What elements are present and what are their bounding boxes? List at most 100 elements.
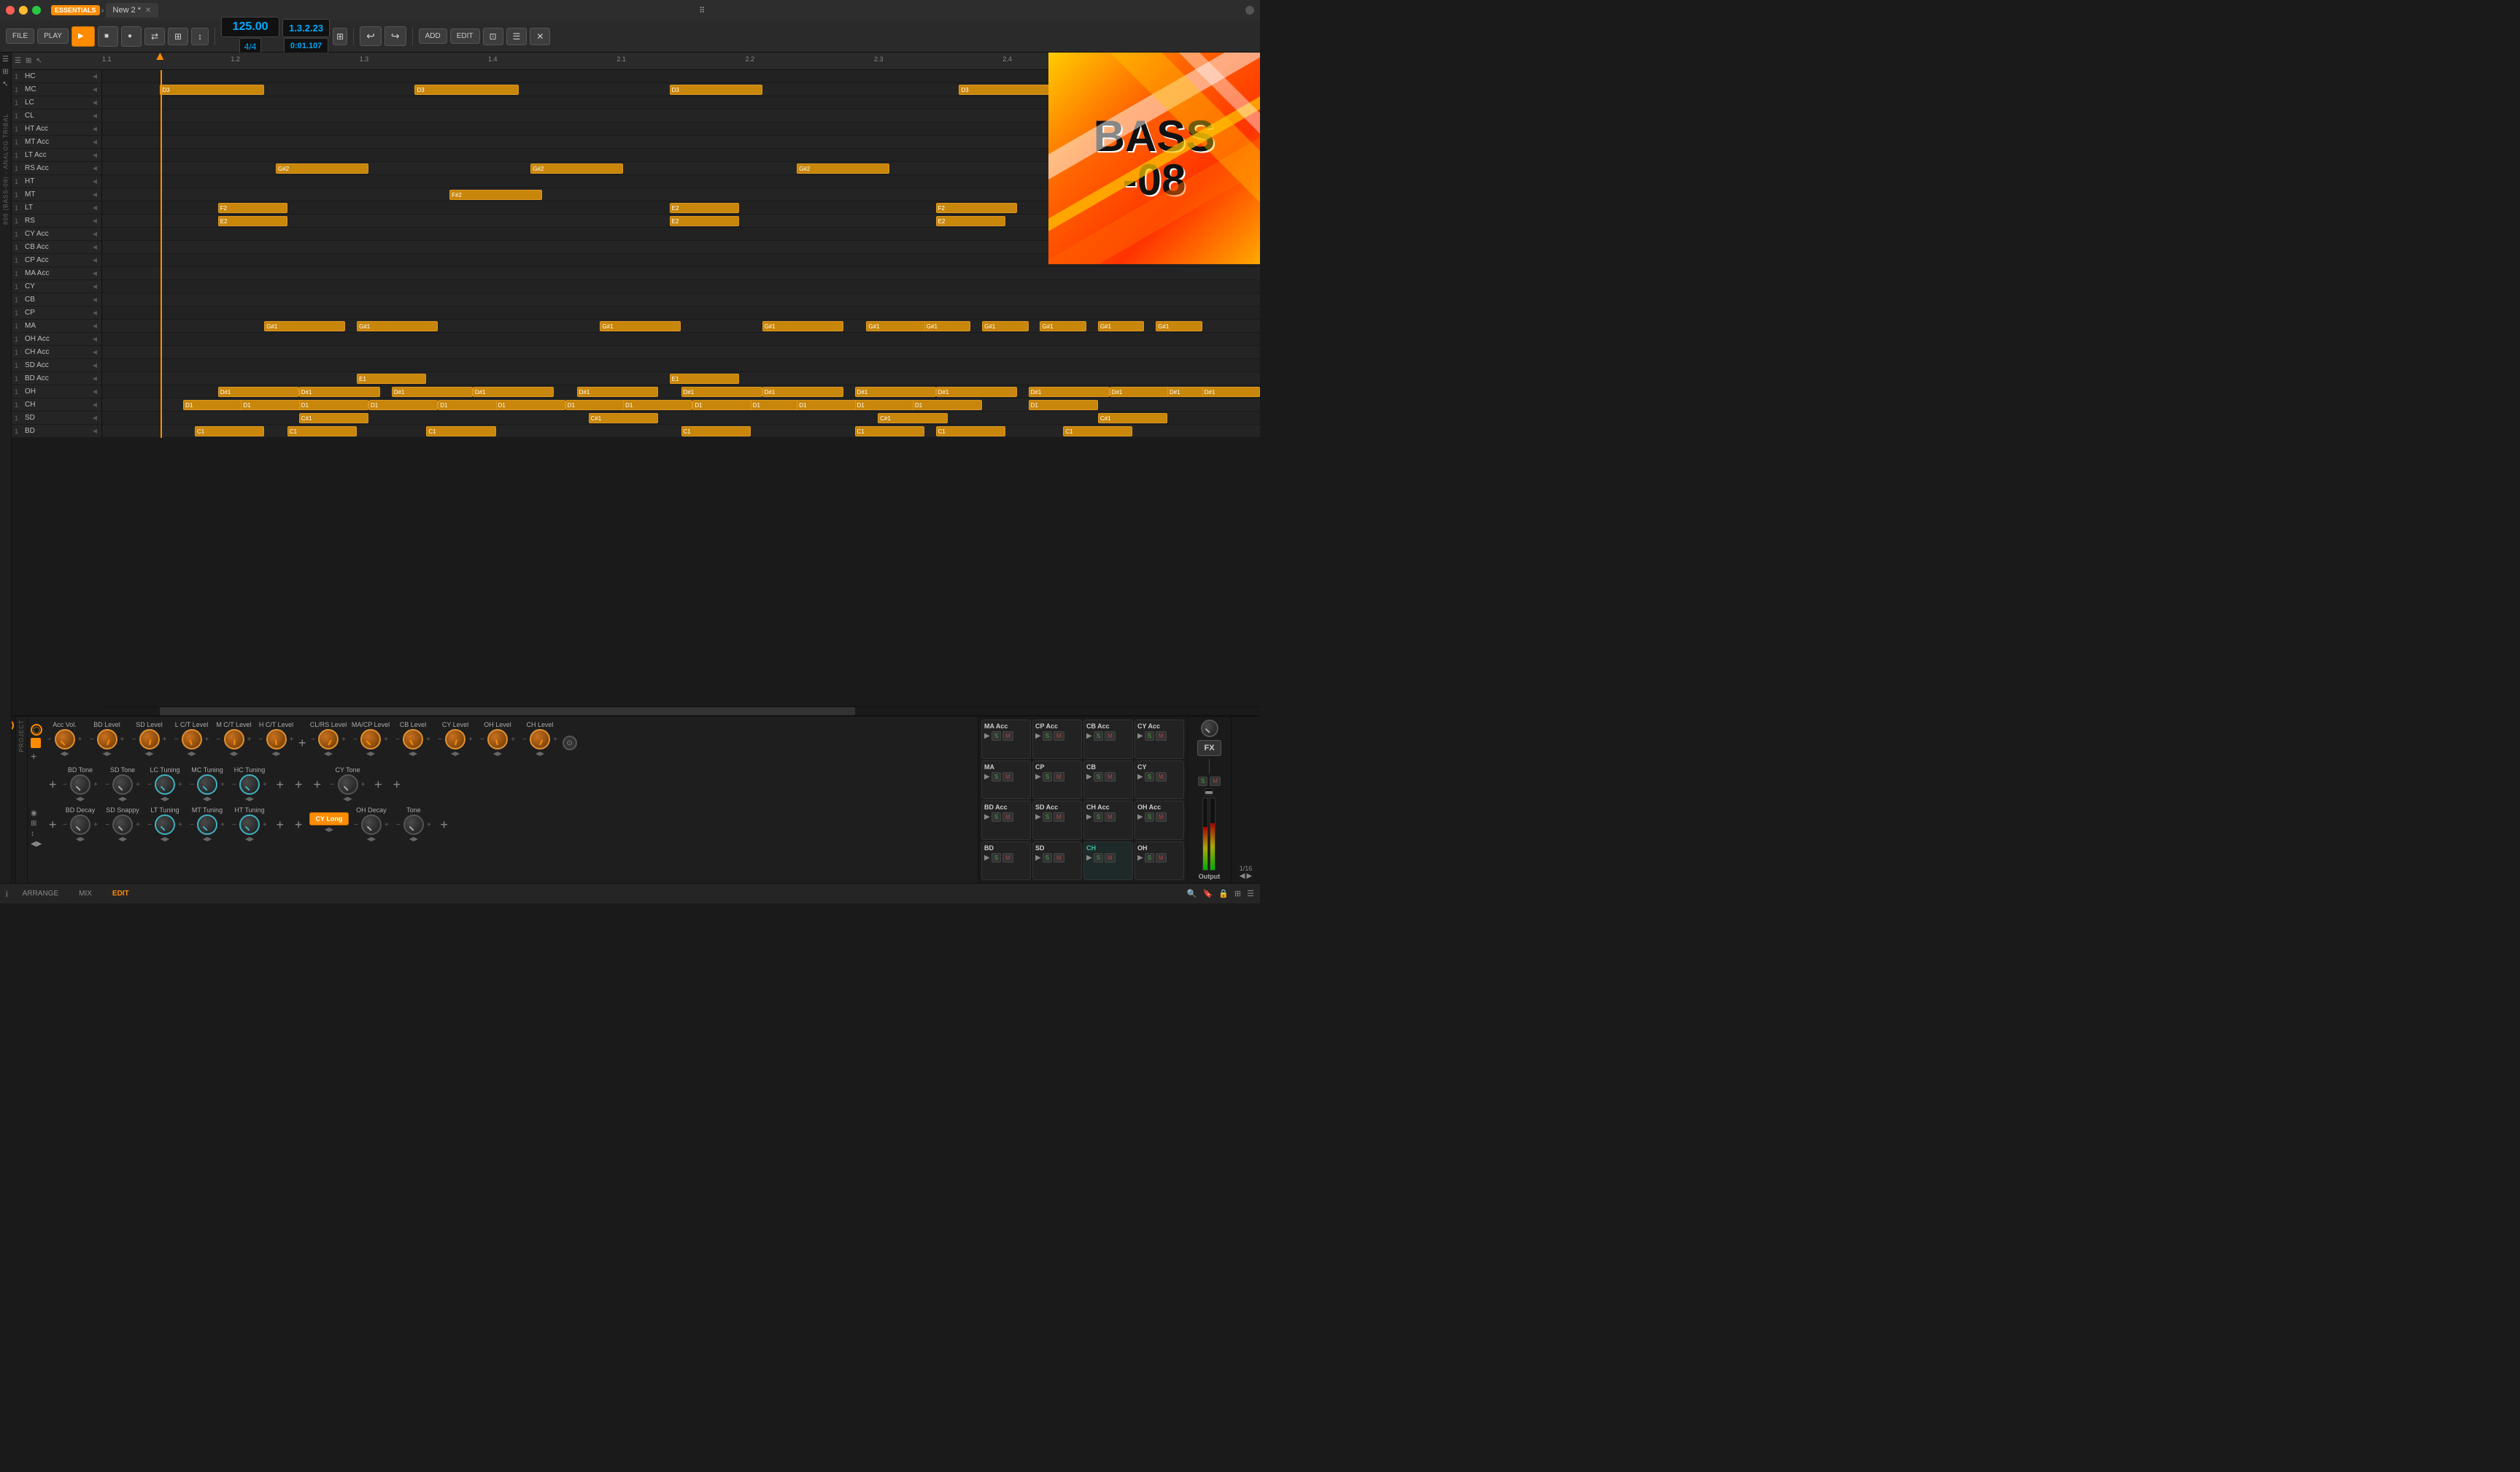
undo-button[interactable]: ↩ bbox=[360, 26, 382, 46]
sd-tone-knob[interactable] bbox=[112, 774, 133, 795]
dm-bottom-icon3[interactable]: ↕ bbox=[31, 830, 47, 838]
track-mute-btn[interactable]: ◀ bbox=[91, 152, 98, 159]
track-header-mt-acc[interactable]: 1 MT Acc ◀ bbox=[12, 136, 101, 149]
clip-D3-row-1[interactable]: D3 bbox=[160, 85, 264, 95]
clip-F2-row-10[interactable]: F2 bbox=[936, 203, 1017, 213]
clip-D#1-row-24[interactable]: D#1 bbox=[392, 387, 473, 397]
track-header-cb-acc[interactable]: 1 CB Acc ◀ bbox=[12, 241, 101, 254]
bd-level-minus[interactable]: − bbox=[88, 736, 96, 744]
current-tab[interactable]: New 2 * ✕ bbox=[106, 3, 159, 18]
clip-D3-row-1[interactable]: D3 bbox=[670, 85, 762, 95]
oh-acc-mute[interactable]: M bbox=[1156, 812, 1167, 822]
macp-minus[interactable]: − bbox=[352, 736, 359, 744]
track-row[interactable]: G#1G#1G#1G#1G#1G#1G#1G#1G#1G#1 bbox=[102, 320, 1260, 333]
cp-mute[interactable]: M bbox=[1054, 772, 1064, 782]
sd-level-plus[interactable]: + bbox=[161, 736, 169, 744]
cy-tone-plus[interactable]: + bbox=[360, 781, 367, 789]
edit-tab[interactable]: EDIT bbox=[107, 888, 135, 899]
sd-play[interactable]: ▶ bbox=[1035, 854, 1041, 862]
track-mute-btn[interactable]: ◀ bbox=[91, 99, 98, 107]
horizontal-scrollbar[interactable] bbox=[102, 706, 1260, 715]
dm-add-bot3-btn[interactable]: + bbox=[295, 817, 303, 833]
track-mute-btn[interactable]: ◀ bbox=[91, 349, 98, 356]
punch-button[interactable]: ⊞ bbox=[168, 28, 188, 45]
dm-add-mid2-btn[interactable]: + bbox=[277, 777, 285, 793]
maximize-button[interactable] bbox=[32, 6, 41, 15]
dm-toggle-btn[interactable] bbox=[31, 738, 41, 748]
track-header-oh-acc[interactable]: 1 OH Acc ◀ bbox=[12, 333, 101, 346]
track-row[interactable]: E1E1 bbox=[102, 372, 1260, 385]
minimize-button[interactable] bbox=[19, 6, 28, 15]
bd-solo[interactable]: S bbox=[992, 853, 1001, 863]
track-mute-btn[interactable]: ◀ bbox=[91, 191, 98, 199]
hct-minus[interactable]: − bbox=[258, 736, 265, 744]
bd-decay-plus[interactable]: + bbox=[92, 821, 99, 829]
oh-acc-solo[interactable]: S bbox=[1145, 812, 1154, 822]
track-row[interactable]: C#1C#1C#1C#1 bbox=[102, 412, 1260, 425]
play-button[interactable]: ▶ bbox=[71, 26, 95, 47]
quantize-left[interactable]: ◀ bbox=[1240, 872, 1245, 880]
lt-tuning-knob[interactable] bbox=[155, 814, 175, 835]
sd-acc-mute[interactable]: M bbox=[1054, 812, 1064, 822]
cp-acc-mute[interactable]: M bbox=[1054, 731, 1064, 741]
track-row[interactable] bbox=[102, 346, 1260, 359]
track-row[interactable] bbox=[102, 333, 1260, 346]
output-mute-button[interactable]: M bbox=[1210, 777, 1221, 786]
clrs-minus[interactable]: − bbox=[309, 736, 317, 744]
acc-vol-plus[interactable]: + bbox=[77, 736, 84, 744]
bd-play[interactable]: ▶ bbox=[984, 854, 990, 862]
mct-minus[interactable]: − bbox=[215, 736, 223, 744]
clip-G#1-row-19[interactable]: G#1 bbox=[357, 321, 438, 331]
ch-minus[interactable]: − bbox=[521, 736, 528, 744]
lct-plus[interactable]: + bbox=[204, 736, 211, 744]
track-row[interactable]: C1C1C1C1C1C1C1 bbox=[102, 425, 1260, 438]
clip-G#1-row-19[interactable]: G#1 bbox=[982, 321, 1028, 331]
bd-level-plus[interactable]: + bbox=[119, 736, 126, 744]
cb-mute[interactable]: M bbox=[1105, 772, 1116, 782]
track-row[interactable]: D1D1D1D1D1D1D1D1D1D1D1D1D1D1 bbox=[102, 398, 1260, 412]
lc-tuning-minus[interactable]: − bbox=[146, 781, 153, 789]
lc-tuning-knob[interactable] bbox=[155, 774, 175, 795]
clip-G#1-row-19[interactable]: G#1 bbox=[924, 321, 970, 331]
clip-C#1-row-26[interactable]: C#1 bbox=[299, 413, 368, 423]
dm-bottom-icon2[interactable]: ⊞ bbox=[31, 820, 47, 828]
search-icon[interactable]: 🔍 bbox=[1187, 889, 1197, 898]
track-header-ma-acc[interactable]: 1 MA Acc ◀ bbox=[12, 267, 101, 280]
track-row[interactable] bbox=[102, 307, 1260, 320]
ht-tuning-knob[interactable] bbox=[239, 814, 260, 835]
clip-D#1-row-24[interactable]: D#1 bbox=[577, 387, 658, 397]
play-label-button[interactable]: PLAY bbox=[37, 28, 69, 44]
clip-C#1-row-26[interactable]: C#1 bbox=[589, 413, 658, 423]
track-header-ch-acc[interactable]: 1 CH Acc ◀ bbox=[12, 346, 101, 359]
track-header-oh[interactable]: 1 OH ◀ bbox=[12, 385, 101, 398]
sd-solo[interactable]: S bbox=[1043, 853, 1052, 863]
cb-acc-play[interactable]: ▶ bbox=[1086, 732, 1092, 740]
record-button[interactable]: ● bbox=[121, 26, 142, 47]
clip-D1-row-25[interactable]: D1 bbox=[913, 400, 982, 410]
ma-play[interactable]: ▶ bbox=[984, 773, 990, 781]
track-header-lt[interactable]: 1 LT ◀ bbox=[12, 201, 101, 215]
track-row[interactable] bbox=[102, 359, 1260, 372]
mc-tuning-minus[interactable]: − bbox=[188, 781, 196, 789]
ma-acc-play[interactable]: ▶ bbox=[984, 732, 990, 740]
track-mute-btn[interactable]: ◀ bbox=[91, 165, 98, 172]
ht-tuning-minus[interactable]: − bbox=[231, 821, 238, 829]
track-header-sd[interactable]: 1 SD ◀ bbox=[12, 412, 101, 425]
sd-snappy-knob[interactable] bbox=[112, 814, 133, 835]
dm-add-mid5-btn[interactable]: + bbox=[374, 777, 382, 793]
cp-acc-solo[interactable]: S bbox=[1043, 731, 1052, 741]
clip-C1-row-27[interactable]: C1 bbox=[1063, 426, 1132, 436]
cb-acc-mute[interactable]: M bbox=[1105, 731, 1116, 741]
mt-tuning-plus[interactable]: + bbox=[219, 821, 226, 829]
dm-add-btn[interactable]: + bbox=[31, 750, 42, 762]
clip-C1-row-27[interactable]: C1 bbox=[426, 426, 495, 436]
clip-F#2-row-9[interactable]: F#2 bbox=[449, 190, 542, 200]
track-header-cp[interactable]: 1 CP ◀ bbox=[12, 307, 101, 320]
track-header-cp-acc[interactable]: 1 CP Acc ◀ bbox=[12, 254, 101, 267]
bd-mute[interactable]: M bbox=[1002, 853, 1013, 863]
clip-D#1-row-24[interactable]: D#1 bbox=[1029, 387, 1110, 397]
acc-vol-minus[interactable]: − bbox=[46, 736, 53, 744]
clrs-knob[interactable] bbox=[318, 729, 339, 750]
clip-G#1-row-19[interactable]: G#1 bbox=[1040, 321, 1086, 331]
clip-G#1-row-19[interactable]: G#1 bbox=[600, 321, 681, 331]
